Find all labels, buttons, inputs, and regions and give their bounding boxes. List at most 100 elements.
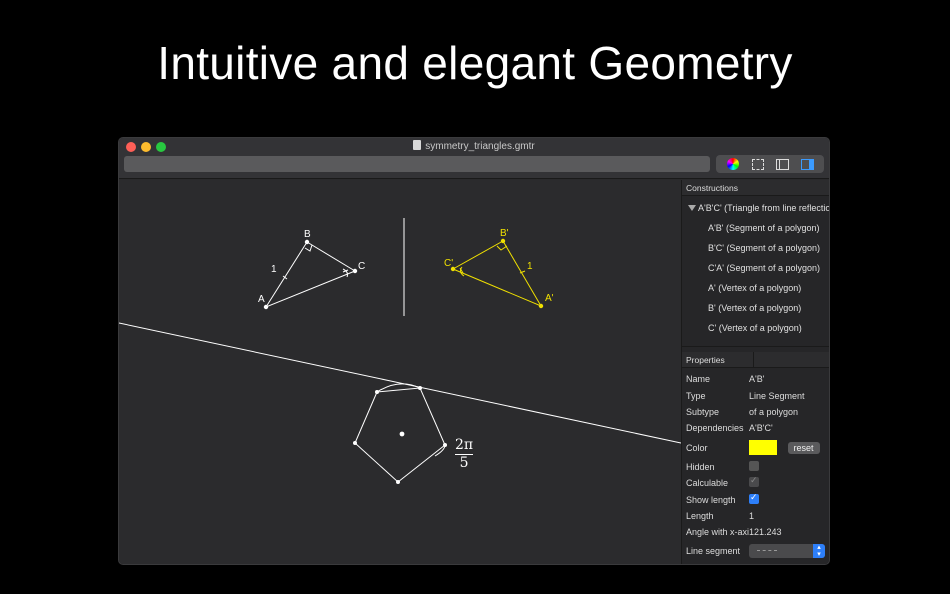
- vertex-a-label: A: [258, 294, 265, 305]
- vertex-c-point[interactable]: [352, 268, 358, 274]
- app-window: symmetry_triangles.gmtr A B C 1 A' B' C'…: [118, 137, 830, 565]
- inspector-sidebar: Constructions A'B'C' (Triangle from line…: [681, 180, 830, 564]
- pentagon-vertex[interactable]: [396, 480, 400, 484]
- document-title: symmetry_triangles.gmtr: [119, 140, 829, 152]
- vertex-a-point[interactable]: [263, 304, 269, 310]
- right-angle-marker-b-prime: [496, 245, 508, 251]
- reset-color-button[interactable]: reset: [787, 441, 820, 454]
- angle-denominator: 5: [459, 455, 469, 471]
- vertex-c-label: C: [358, 261, 365, 272]
- toolbar-input-bar[interactable]: [124, 156, 710, 172]
- pentagon-center-point[interactable]: [399, 431, 405, 437]
- vertex-b-prime-point[interactable]: [500, 238, 506, 244]
- angle-fraction-label: 2π 5: [455, 438, 473, 471]
- name-value[interactable]: A'B': [749, 374, 829, 384]
- construction-item[interactable]: B'C' (Segment of a polygon): [682, 238, 829, 258]
- selection-icon: [751, 158, 764, 170]
- dependencies-value: A'B'C': [749, 423, 773, 434]
- prop-key: Type: [686, 390, 706, 401]
- prop-row-subtype: Subtype of a polygon: [682, 404, 829, 420]
- construction-item[interactable]: B' (Vertex of a polygon): [682, 298, 829, 318]
- prop-key: Length: [686, 510, 714, 521]
- checkmark-icon: ✓: [750, 477, 758, 486]
- toggle-left-sidebar-button[interactable]: [775, 157, 791, 171]
- show-length-checkbox[interactable]: ✓: [749, 493, 759, 504]
- side-length-prime-label: 1: [527, 261, 533, 272]
- diagonal-line[interactable]: [119, 322, 681, 444]
- prop-row-calculable: Calculable ✓: [682, 475, 829, 491]
- construction-item[interactable]: C' (Vertex of a polygon): [682, 318, 829, 338]
- side-length-label: 1: [271, 264, 277, 275]
- prop-row-name: Name A'B': [682, 371, 829, 387]
- constructions-list: A'B'C' (Triangle from line reflection) A…: [682, 196, 830, 338]
- color-swatch[interactable]: [749, 440, 777, 456]
- geometry-canvas[interactable]: A B C 1 A' B' C' 1 2π 5: [119, 180, 681, 565]
- prop-key: Color: [686, 442, 708, 453]
- disclosure-triangle-icon[interactable]: [688, 205, 696, 211]
- subtype-value: of a polygon: [749, 406, 799, 417]
- prop-row-type: Type Line Segment: [682, 387, 829, 403]
- triangle-a-prime-b-prime-c-prime[interactable]: [451, 240, 543, 308]
- document-title-text: symmetry_triangles.gmtr: [425, 141, 535, 152]
- prop-row-line-segment: Line segment ▴ ▾: [682, 541, 829, 561]
- triangle-abc[interactable]: [264, 241, 357, 309]
- prop-key: Angle with x-axis: [686, 527, 749, 538]
- checkmark-icon: ✓: [750, 493, 758, 502]
- selection-tool-button[interactable]: [750, 157, 766, 171]
- document-icon: [413, 140, 422, 150]
- calculable-checkbox: ✓: [749, 477, 759, 488]
- select-stepper-icon: ▴ ▾: [813, 543, 825, 558]
- line-style-select[interactable]: ▴ ▾: [749, 543, 825, 558]
- prop-key: Show length: [686, 494, 736, 505]
- prop-key: Dependencies: [686, 423, 744, 434]
- titlebar: symmetry_triangles.gmtr: [119, 138, 829, 179]
- panel-splitter[interactable]: [682, 346, 829, 350]
- prop-row-angle: Angle with x-axis 121.243: [682, 524, 829, 540]
- prop-key: Name: [686, 374, 711, 385]
- pentagon-vertex[interactable]: [418, 386, 422, 390]
- construction-item[interactable]: C'A' (Segment of a polygon): [682, 258, 829, 278]
- vertex-c-prime-label: C': [444, 258, 453, 269]
- headline: Intuitive and elegant Geometry: [157, 37, 793, 89]
- properties-header-label: Properties: [686, 352, 754, 367]
- properties-header: Properties: [682, 352, 829, 368]
- toggle-right-sidebar-button[interactable]: [800, 157, 816, 171]
- vertex-b-point[interactable]: [304, 239, 310, 245]
- color-wheel-icon: [726, 158, 739, 170]
- vertex-b-prime-label: B': [500, 228, 509, 239]
- right-sidebar-icon: [801, 158, 814, 170]
- constructions-panel: Constructions A'B'C' (Triangle from line…: [682, 180, 830, 348]
- right-angle-marker-b: [304, 244, 313, 252]
- pentagon-vertex[interactable]: [443, 443, 447, 447]
- prop-row-show-length: Show length ✓: [682, 491, 829, 507]
- toolbar-view-controls: [716, 155, 824, 173]
- angle-numerator: 2π: [455, 437, 474, 453]
- constructions-header: Constructions: [682, 180, 829, 196]
- vertex-a-prime-label: A': [545, 293, 554, 304]
- properties-panel: Properties Name A'B' Type Line Segment S…: [682, 352, 829, 564]
- vertex-b-label: B: [304, 229, 311, 240]
- prop-row-hidden: Hidden: [682, 459, 829, 475]
- color-picker-button[interactable]: [725, 157, 741, 171]
- pentagon-vertex[interactable]: [353, 441, 357, 445]
- geometry-drawing[interactable]: A B C 1 A' B' C' 1: [119, 180, 681, 565]
- prop-row-dependencies: Dependencies A'B'C': [682, 420, 829, 436]
- length-value[interactable]: 1: [749, 511, 829, 521]
- vertex-a-prime-point[interactable]: [538, 303, 544, 309]
- prop-key: Calculable: [686, 478, 729, 489]
- left-sidebar-icon: [776, 158, 789, 170]
- construction-item[interactable]: A'B' (Segment of a polygon): [682, 218, 829, 238]
- type-value: Line Segment: [749, 390, 805, 401]
- prop-key: Line segment: [686, 545, 741, 556]
- hidden-checkbox[interactable]: [749, 460, 759, 471]
- dashed-line-icon: [757, 550, 777, 552]
- angle-value[interactable]: 121.243: [749, 527, 829, 537]
- construction-item-parent[interactable]: A'B'C' (Triangle from line reflection): [682, 198, 830, 218]
- pentagon-arc: [376, 383, 421, 393]
- prop-key: Subtype: [686, 406, 720, 417]
- prop-row-color: Color reset: [682, 437, 829, 459]
- construction-parent-label: A'B'C' (Triangle from line reflection): [698, 203, 830, 213]
- prop-key: Hidden: [686, 461, 715, 472]
- construction-item[interactable]: A' (Vertex of a polygon): [682, 278, 829, 298]
- pentagon-vertex[interactable]: [375, 390, 379, 394]
